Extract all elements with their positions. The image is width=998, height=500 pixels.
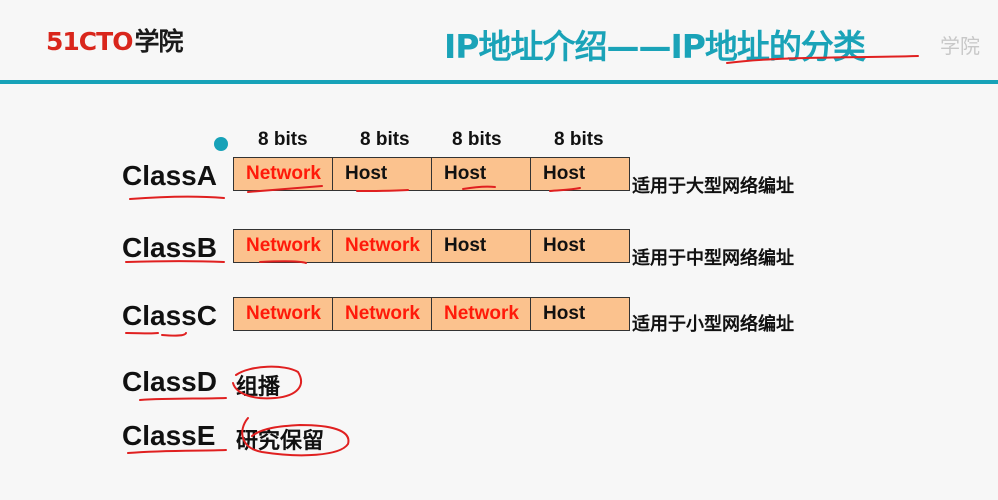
bits-label: 8 bits bbox=[554, 129, 604, 150]
header-divider bbox=[0, 80, 998, 84]
field-network: Network bbox=[431, 297, 531, 331]
class-name: ClassD bbox=[122, 366, 217, 397]
watermark: 学院 bbox=[940, 34, 980, 58]
underline-annotation bbox=[125, 332, 187, 337]
field-host: Host bbox=[530, 229, 630, 263]
field-host: Host bbox=[431, 229, 531, 263]
field-network: Network bbox=[233, 229, 333, 263]
class-note: 组播 bbox=[236, 375, 281, 400]
bits-label: 8 bits bbox=[360, 129, 410, 150]
class-name: ClassC bbox=[122, 300, 217, 331]
field-host: Host bbox=[530, 157, 630, 191]
underline-annotation bbox=[129, 195, 225, 200]
address-fields: Network Host Host Host bbox=[233, 157, 630, 191]
field-host: Host bbox=[431, 157, 531, 191]
bits-label: 8 bits bbox=[258, 129, 308, 150]
class-name: ClassB bbox=[122, 232, 217, 263]
class-note: 研究保留 bbox=[236, 429, 325, 454]
field-network: Network bbox=[233, 157, 333, 191]
bits-label: 8 bits bbox=[452, 129, 502, 150]
class-description: 适用于小型网络编址 bbox=[632, 314, 794, 335]
logo: 51CTO学院 bbox=[46, 22, 183, 58]
logo-text: 学院 bbox=[134, 27, 183, 56]
address-fields: Network Network Host Host bbox=[233, 229, 630, 263]
field-network: Network bbox=[233, 297, 333, 331]
class-name: ClassA bbox=[122, 160, 217, 191]
logo-number: 51CTO bbox=[46, 27, 133, 56]
field-network: Network bbox=[332, 229, 432, 263]
field-host: Host bbox=[332, 157, 432, 191]
underline-annotation bbox=[139, 397, 227, 401]
class-name: ClassE bbox=[122, 420, 216, 451]
field-host: Host bbox=[530, 297, 630, 331]
pointer-dot bbox=[214, 137, 228, 151]
slide-title: IP地址介绍——IP地址的分类 bbox=[444, 27, 866, 66]
address-fields: Network Network Network Host bbox=[233, 297, 630, 331]
field-network: Network bbox=[332, 297, 432, 331]
class-description: 适用于中型网络编址 bbox=[632, 248, 794, 269]
class-description: 适用于大型网络编址 bbox=[632, 176, 794, 197]
slide-header: 51CTO学院 IP地址介绍——IP地址的分类 学院 bbox=[0, 0, 998, 80]
